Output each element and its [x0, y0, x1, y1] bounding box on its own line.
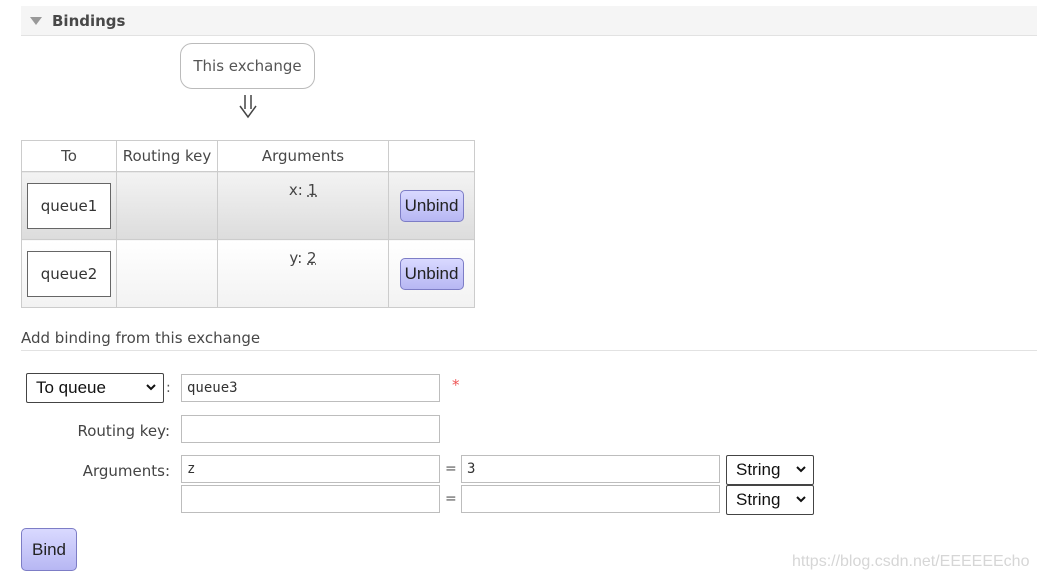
routing-key-cell — [116, 171, 218, 240]
table-row: queue2 y: 2 Unbind — [21, 239, 475, 308]
routing-key-label: Routing key: — [77, 422, 171, 440]
argument-key-input[interactable]: z — [181, 455, 440, 483]
column-header-routing-key: Routing key — [116, 140, 218, 172]
unbind-button[interactable]: Unbind — [399, 189, 464, 222]
unbind-button[interactable]: Unbind — [399, 257, 464, 290]
argument-value-input[interactable]: 3 — [461, 455, 720, 483]
column-header-arguments: Arguments — [217, 140, 389, 172]
argument-type-select[interactable]: String — [726, 485, 814, 515]
collapse-triangle-icon[interactable] — [30, 17, 42, 25]
queue-link[interactable]: queue1 — [27, 182, 111, 229]
arguments-label: Arguments: — [82, 462, 170, 480]
argument-type-value: String — [736, 460, 781, 479]
arguments-cell: x: 1 — [217, 171, 389, 240]
table-row: queue1 x: 1 Unbind — [21, 171, 475, 240]
bindings-section-header[interactable]: Bindings — [21, 6, 1037, 36]
routing-key-cell — [116, 239, 218, 308]
required-marker: * — [452, 376, 460, 394]
arguments-cell: y: 2 — [217, 239, 389, 308]
argument-value-input[interactable] — [461, 485, 720, 513]
argument-key-input[interactable] — [181, 485, 440, 513]
column-header-to: To — [21, 140, 117, 172]
chevron-down-icon — [796, 466, 806, 473]
argument-equals: = — [445, 491, 457, 507]
bind-button[interactable]: Bind — [21, 528, 77, 571]
watermark: https://blog.csdn.net/EEEEEEcho — [792, 553, 1030, 570]
chevron-down-icon — [796, 496, 806, 503]
column-header-actions — [388, 140, 475, 172]
argument-type-value: String — [736, 490, 781, 509]
destination-separator: : — [166, 380, 171, 396]
destination-name-input[interactable]: queue3 — [181, 374, 440, 402]
argument-type-select[interactable]: String — [726, 455, 814, 485]
argument-equals: = — [445, 461, 457, 477]
chevron-down-icon — [146, 384, 156, 391]
routing-key-input[interactable] — [181, 415, 440, 443]
argument-key: x: — [288, 181, 303, 199]
double-down-arrow-icon — [239, 95, 257, 119]
section-title: Bindings — [52, 12, 126, 30]
destination-type-select[interactable]: To queue — [26, 373, 164, 403]
argument-value: 2 — [307, 249, 317, 267]
this-exchange-box: This exchange — [180, 43, 315, 89]
add-binding-heading: Add binding from this exchange — [21, 329, 1037, 351]
argument-value: 1 — [307, 181, 318, 199]
argument-key: y: — [289, 249, 303, 267]
bindings-table: To Routing key Arguments queue1 x: 1 Unb… — [21, 140, 475, 308]
queue-link[interactable]: queue2 — [27, 250, 111, 297]
destination-type-value: To queue — [36, 378, 106, 397]
